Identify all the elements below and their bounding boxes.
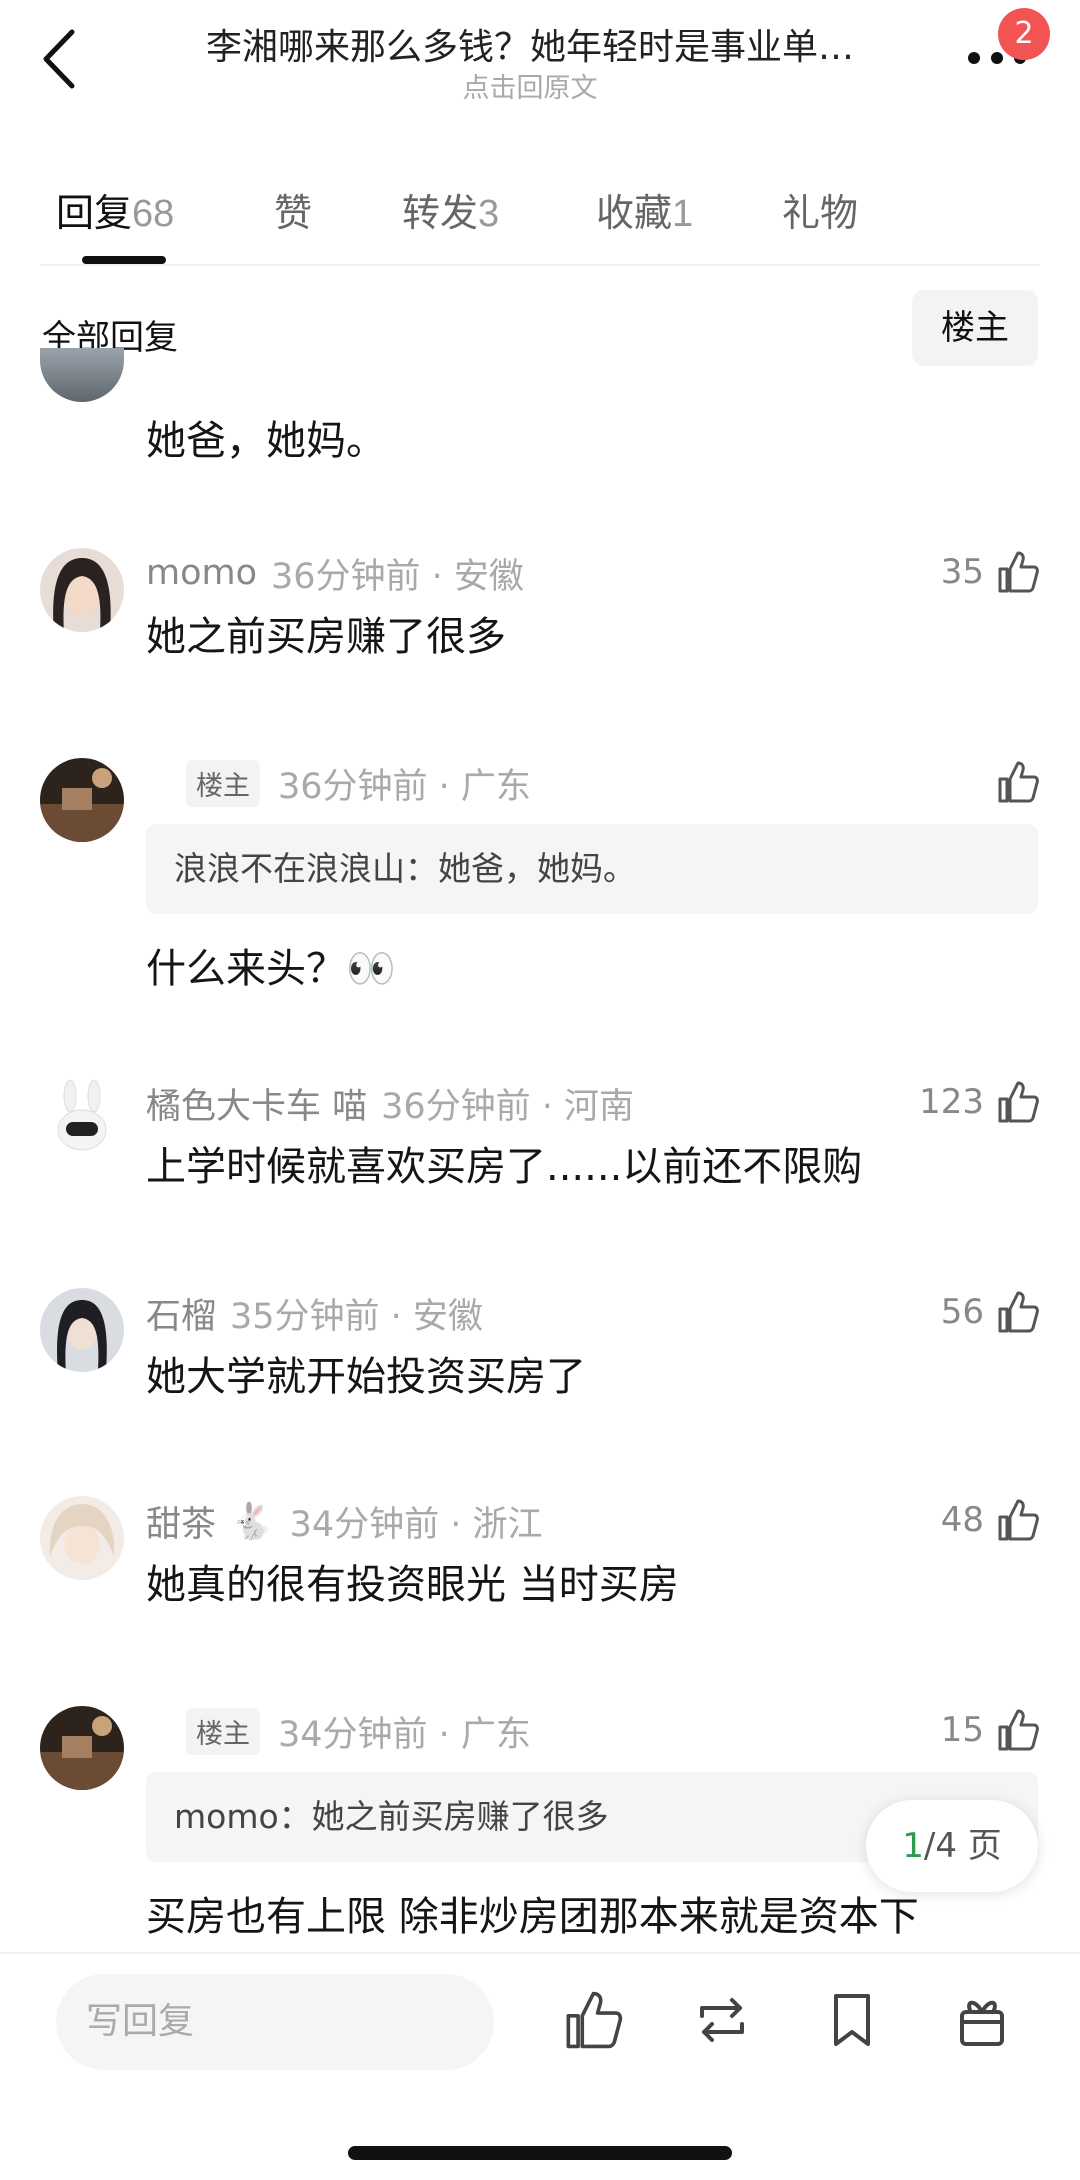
owner-only-button[interactable]: 楼主 <box>912 290 1038 366</box>
comment-time-location: 36分钟前 · 安徽 <box>271 556 524 597</box>
comment-content: 买房也有上限 除非炒房团那本来就是资本下 <box>146 1894 919 1940</box>
op-tag: 楼主 <box>186 1707 260 1755</box>
tab-replies[interactable]: 回复68 <box>56 182 174 237</box>
avatar[interactable] <box>40 1706 124 1790</box>
tab-reposts[interactable]: 转发3 <box>402 182 499 237</box>
like-count: 123 <box>919 1082 984 1122</box>
avatar[interactable] <box>40 1496 124 1580</box>
like-count: 35 <box>940 552 984 592</box>
tab-gifts[interactable]: 礼物 <box>782 182 858 237</box>
avatar[interactable] <box>40 758 124 842</box>
avatar[interactable] <box>40 1078 124 1162</box>
comment-author[interactable]: 甜茶 <box>146 1496 216 1547</box>
gift-icon[interactable] <box>950 1988 1014 2052</box>
thumbs-up-icon <box>998 1499 1039 1541</box>
comment-content: 上学时候就喜欢买房了......以前还不限购 <box>146 1144 863 1190</box>
tab-likes[interactable]: 赞 <box>274 182 312 237</box>
like-button[interactable]: 15 <box>941 1702 1040 1758</box>
current-page: 1 <box>902 1826 924 1866</box>
avatar[interactable] <box>40 348 124 402</box>
reply-input[interactable]: 写回复 <box>56 1974 494 2070</box>
comment-time-location: 36分钟前 · 广东 <box>278 766 531 807</box>
like-count: 56 <box>940 1292 984 1332</box>
page-total: /4 页 <box>923 1826 1002 1866</box>
thumbs-up-icon <box>998 1291 1039 1333</box>
page-indicator[interactable]: 1/4 页 <box>866 1800 1038 1892</box>
op-tag: 楼主 <box>186 759 260 807</box>
like-count: 48 <box>940 1500 984 1540</box>
comment-author[interactable]: 橘色大卡车 喵 <box>146 1078 367 1129</box>
bookmark-icon[interactable] <box>820 1988 884 2052</box>
comment-content: 她真的很有投资眼光 当时买房 <box>146 1562 679 1608</box>
divider <box>40 264 1040 266</box>
comment-content: 她之前买房赚了很多 <box>146 614 506 660</box>
comment-content: 什么来头？👀 <box>146 946 396 992</box>
like-button[interactable] <box>984 754 1040 810</box>
like-button[interactable]: 123 <box>919 1074 1040 1130</box>
tab-bar: 回复68 赞 转发3 收藏1 礼物 <box>0 170 1080 270</box>
like-button[interactable]: 56 <box>941 1284 1040 1340</box>
comment-time-location: 36分钟前 · 河南 <box>381 1086 635 1127</box>
like-button[interactable]: 48 <box>941 1492 1040 1548</box>
quoted-reply[interactable]: 浪浪不在浪浪山：她爸，她妈。 <box>146 824 1038 914</box>
comment-content: 她爸，她妈。 <box>146 418 386 464</box>
thumbs-up-icon <box>998 1709 1039 1751</box>
thumbs-up-icon <box>998 551 1039 593</box>
thumbs-up-icon[interactable] <box>560 1988 624 2052</box>
like-button[interactable]: 35 <box>941 544 1040 600</box>
comment-time-location: 35分钟前 · 安徽 <box>230 1296 483 1337</box>
post-title[interactable]: 李湘哪来那么多钱？她年轻时是事业单… <box>130 18 930 70</box>
back-arrow-icon[interactable] <box>36 24 86 94</box>
user-badge-icon: 🐇 <box>230 1501 274 1542</box>
comment-author[interactable]: momo <box>146 553 257 593</box>
bottom-action-bar: 写回复 <box>0 1952 1080 2180</box>
thumbs-up-icon <box>998 761 1039 803</box>
top-nav-bar: 李湘哪来那么多钱？她年轻时是事业单… 点击回原文 2 <box>0 0 1080 120</box>
avatar[interactable] <box>40 1288 124 1372</box>
comment-content: 她大学就开始投资买房了 <box>146 1354 586 1400</box>
thumbs-up-icon <box>998 1081 1039 1123</box>
back-to-original-link[interactable]: 点击回原文 <box>130 66 930 105</box>
comment-time-location: 34分钟前 · 浙江 <box>289 1504 543 1545</box>
notification-badge: 2 <box>998 8 1050 60</box>
home-indicator <box>348 2146 732 2160</box>
like-count: 15 <box>940 1710 984 1750</box>
active-tab-indicator <box>82 256 166 264</box>
comment-author[interactable]: 石榴 <box>146 1288 216 1339</box>
tab-favorites[interactable]: 收藏1 <box>596 182 693 237</box>
comment-time-location: 34分钟前 · 广东 <box>278 1714 531 1755</box>
repost-icon[interactable] <box>690 1988 754 2052</box>
avatar[interactable] <box>40 548 124 632</box>
filter-bar: 全部回复 楼主 <box>0 280 1080 380</box>
